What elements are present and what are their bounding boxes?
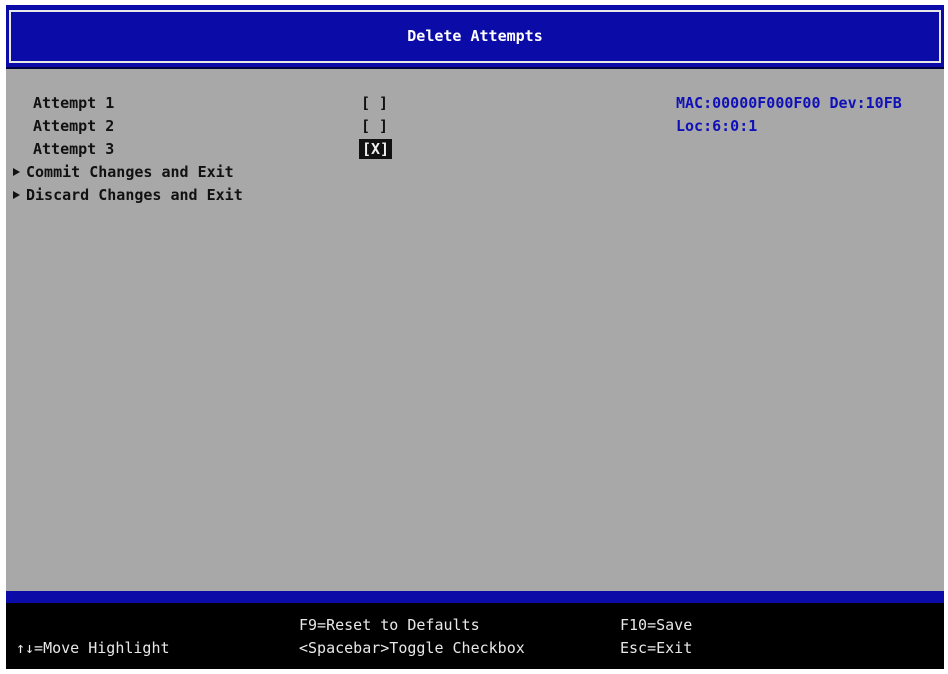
- attempt-2-label: Attempt 2: [33, 117, 115, 135]
- discard-changes-label: Discard Changes and Exit: [26, 186, 243, 204]
- footer-divider: [6, 591, 944, 603]
- toggle-checkbox-hint: <Spacebar>Toggle Checkbox: [299, 639, 525, 657]
- attempt-2-checkbox[interactable]: [ ]: [361, 116, 388, 136]
- commit-changes-label: Commit Changes and Exit: [26, 163, 234, 181]
- move-highlight-hint: ↑↓=Move Highlight: [16, 639, 170, 657]
- discard-changes-and-exit-link[interactable]: Discard Changes and Exit: [13, 184, 243, 206]
- attempt-1-checkbox[interactable]: [ ]: [361, 93, 388, 113]
- mac-device-info: MAC:00000F000F00 Dev:10FB: [676, 94, 902, 112]
- attempt-3-label: Attempt 3: [33, 140, 115, 158]
- location-info: Loc:6:0:1: [676, 117, 758, 135]
- submenu-arrow-icon: [13, 191, 20, 199]
- bios-screen: Delete Attempts Attempt 1 [ ] Attempt 2 …: [6, 5, 944, 669]
- submenu-arrow-icon: [13, 168, 20, 176]
- page-title: Delete Attempts: [407, 27, 543, 45]
- footer-help-bar: ↑↓=Move Highlight F9=Reset to Defaults <…: [6, 591, 944, 669]
- save-hint: F10=Save: [620, 616, 693, 634]
- attempt-1-label: Attempt 1: [33, 94, 115, 112]
- reset-defaults-hint: F9=Reset to Defaults: [299, 616, 480, 634]
- title-frame: Delete Attempts: [9, 10, 941, 63]
- commit-changes-and-exit-link[interactable]: Commit Changes and Exit: [13, 161, 234, 183]
- attempt-3-checkbox[interactable]: [X]: [359, 139, 393, 159]
- title-bar: Delete Attempts: [6, 5, 944, 69]
- exit-hint: Esc=Exit: [620, 639, 693, 657]
